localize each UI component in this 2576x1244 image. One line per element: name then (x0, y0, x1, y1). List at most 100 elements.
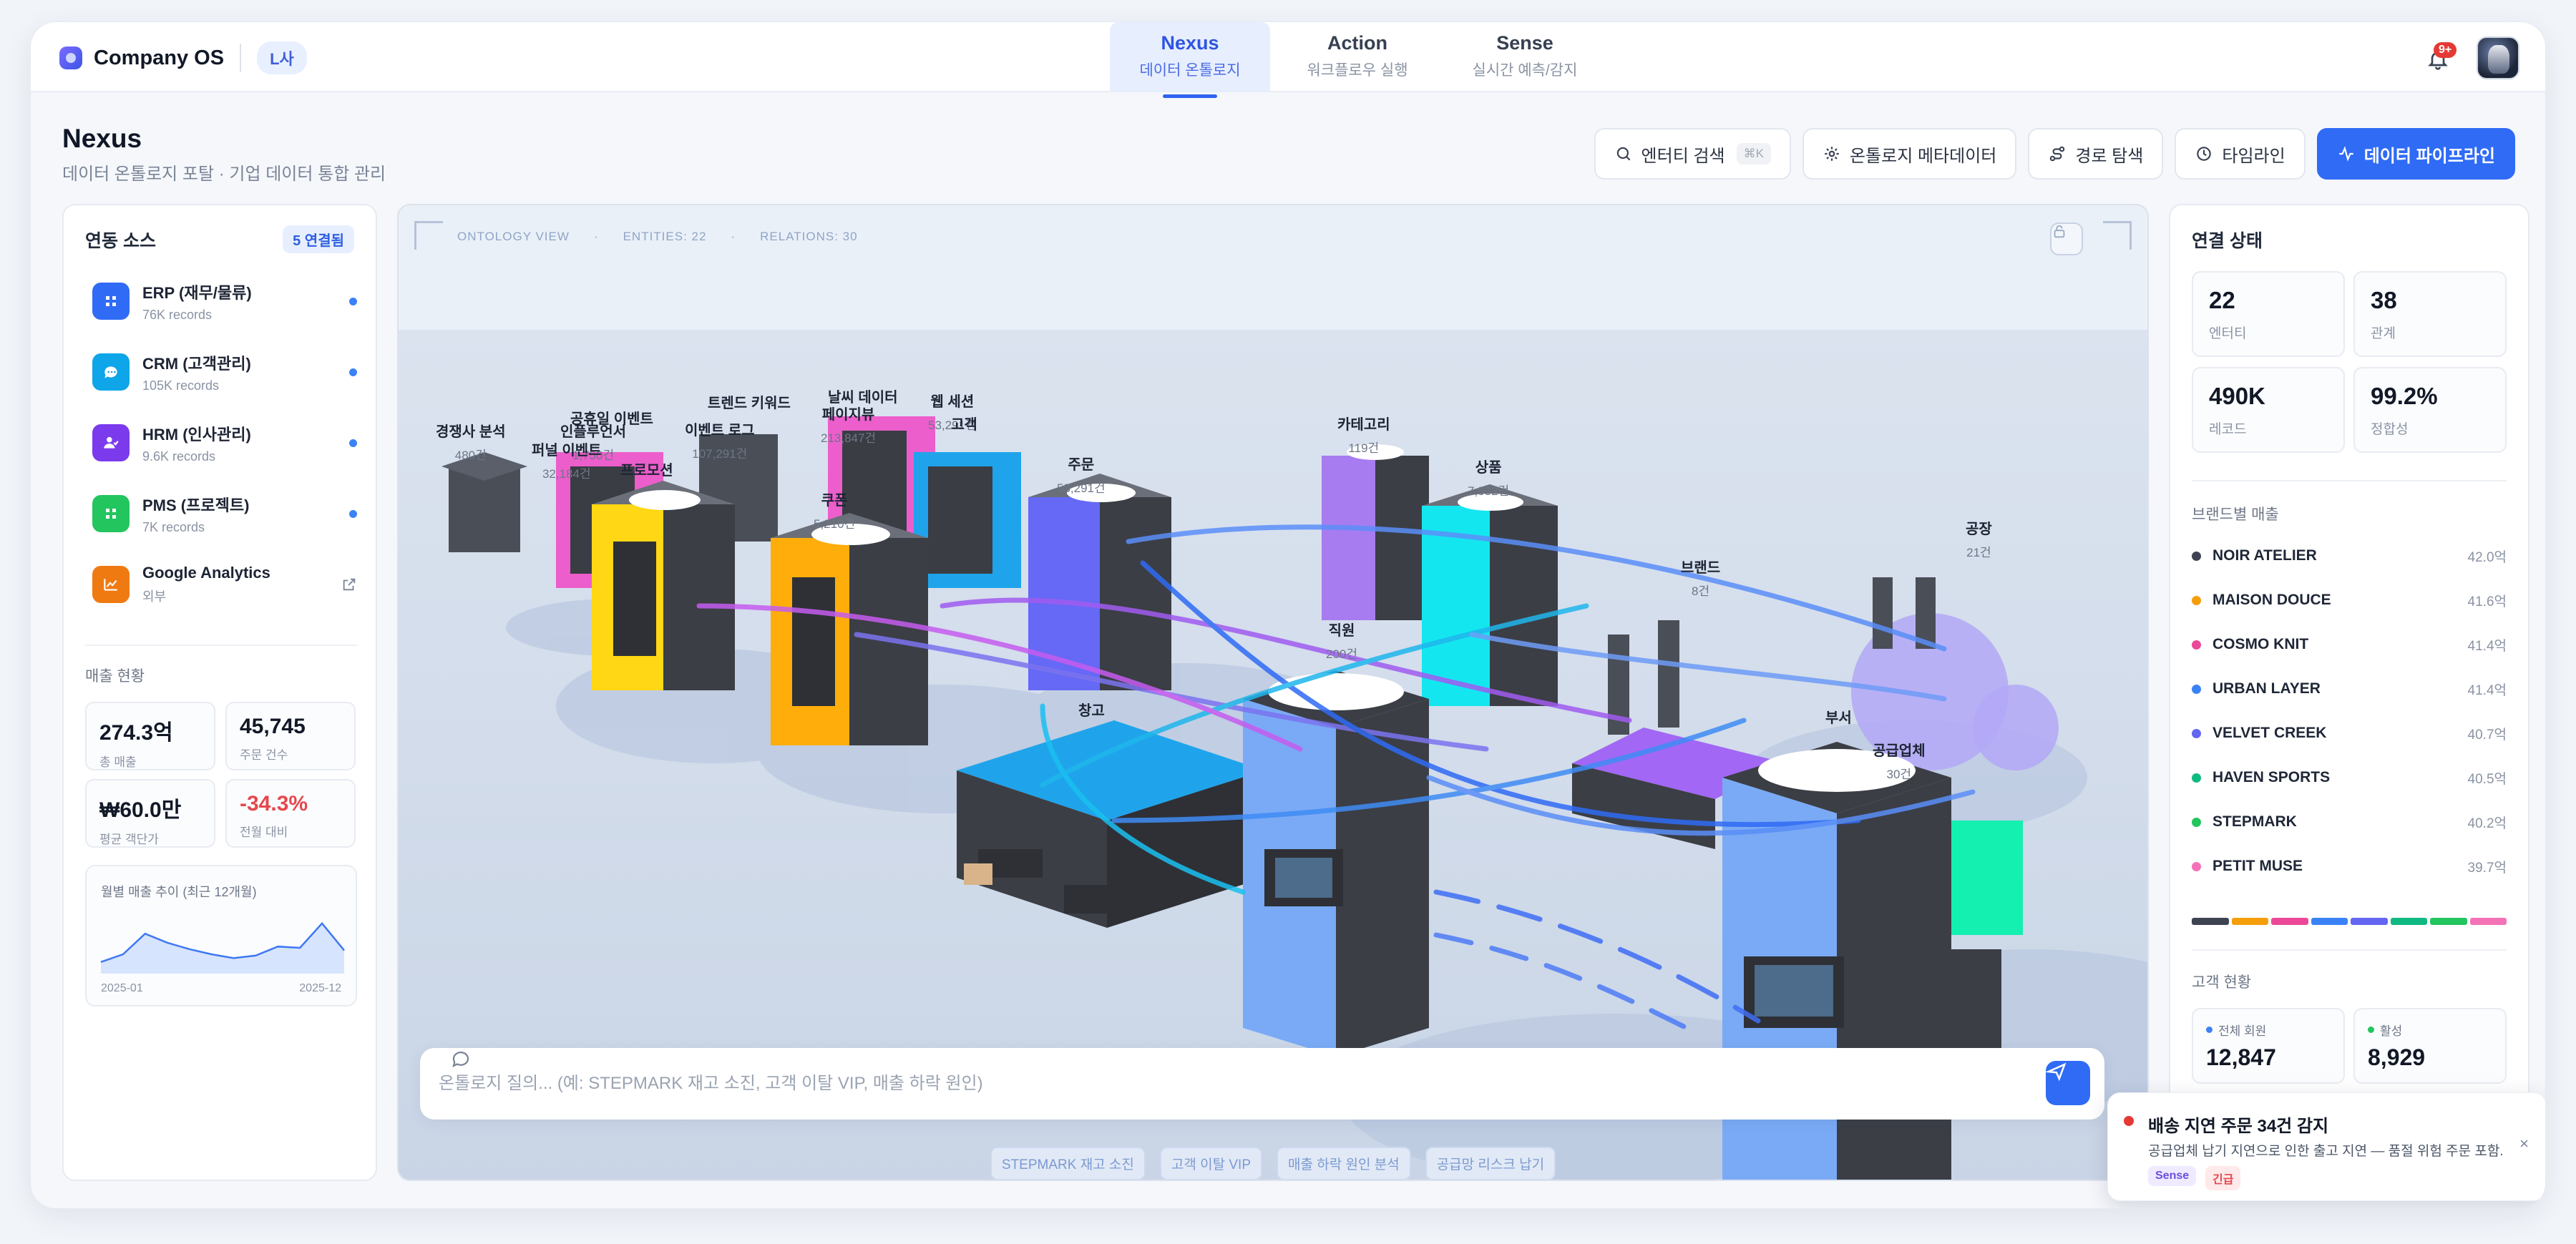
tab-title: Action (1327, 32, 1387, 54)
entity-label[interactable]: 브랜드 8건 (1681, 556, 1720, 599)
connection-status-panel: 연결 상태 22 엔터티 38 관계 490K 레코드 99.2% 정합성 브랜드별 매… (2169, 204, 2529, 1181)
brand-row[interactable]: COSMO KNIT 41.4억 (2192, 634, 2507, 655)
entity-block-product[interactable] (1422, 484, 1558, 706)
color-dot (2192, 595, 2201, 605)
entity-label[interactable]: 부서 (1825, 706, 1852, 731)
entity-label[interactable]: 경쟁사 분석 480건 (436, 420, 506, 463)
entity-search-button[interactable]: 엔터티 검색 ⌘K (1594, 128, 1791, 180)
entity-label[interactable]: 카테고리 119건 (1337, 413, 1390, 456)
source-item-hrm[interactable]: HRM (인사관리) 9.6K records (92, 413, 357, 473)
sales-title: 매출 현황 (85, 668, 145, 685)
source-records: 105K records (142, 378, 220, 393)
entity-name: 쿠폰 (821, 493, 848, 509)
source-item-google-analytics[interactable]: Google Analytics 외부 (92, 554, 357, 614)
source-records: 외부 (142, 589, 167, 604)
suggestion-chip[interactable]: 공급망 리스크 납기 (1425, 1147, 1556, 1180)
kpi-total-sales: 274.3억 총 매출 (85, 702, 215, 770)
stat-relations: 38 관계 (2353, 271, 2507, 357)
entity-label[interactable]: 프로모션 (620, 459, 673, 484)
trend-start-label: 2025-01 (101, 982, 143, 994)
suggestion-chip[interactable]: STEPMARK 재고 소진 (990, 1147, 1146, 1180)
brand-value: 42.0억 (2467, 549, 2507, 565)
brand-row[interactable]: HAVEN SPORTS 40.5억 (2192, 767, 2507, 788)
entity-name: 인플루언서 (560, 424, 626, 440)
tab-sense[interactable]: Sense 실시간 예측/감지 (1445, 22, 1605, 92)
entity-block-funnel[interactable] (592, 481, 735, 690)
entity-name: 이벤트 로그 (685, 423, 755, 439)
brand-row[interactable]: NOIR ATELIER 42.0억 (2192, 545, 2507, 567)
ontology-metadata-button[interactable]: 온톨로지 메타데이터 (1802, 128, 2017, 180)
entity-label[interactable]: 공장 21건 (1966, 517, 1992, 560)
brand-row[interactable]: MAISON DOUCE 41.6억 (2192, 589, 2507, 611)
entity-count: 53,291건 (1057, 481, 1106, 495)
entity-label[interactable]: 페이지뷰 213,847건 (821, 403, 876, 446)
close-icon[interactable]: × (2519, 1135, 2529, 1153)
brand-row[interactable]: URBAN LAYER 41.4억 (2192, 678, 2507, 700)
entity-count: 32,184건 (542, 467, 591, 481)
tab-nexus[interactable]: Nexus 데이터 온톨로지 (1110, 22, 1270, 98)
source-item-erp[interactable]: ERP (재무/물류) 76K records (92, 271, 357, 331)
tag-urgent: 긴급 (2205, 1166, 2241, 1190)
avatar[interactable] (2477, 36, 2519, 79)
color-dot (2192, 640, 2201, 650)
entity-label[interactable]: 퍼널 이벤트 32,184건 (532, 439, 602, 481)
org-badge[interactable]: L사 (257, 41, 307, 74)
logo-icon (59, 46, 82, 69)
brand-value: 39.7억 (2467, 860, 2507, 876)
entity-label[interactable]: 쿠폰 5,210건 (814, 489, 855, 532)
brand[interactable]: Company OS L사 (59, 39, 307, 77)
entity-label[interactable]: 주문 53,291건 (1057, 453, 1106, 496)
ontology-query-input[interactable] (439, 1074, 2104, 1094)
brand-value: 40.2억 (2467, 816, 2507, 831)
color-dot (2192, 551, 2201, 561)
stat-label: 관계 (2371, 326, 2396, 341)
brand-row[interactable]: STEPMARK 40.2억 (2192, 811, 2507, 833)
send-button[interactable] (2046, 1061, 2090, 1105)
entity-count: 119건 (1348, 441, 1380, 455)
stat-value: 22 (2209, 287, 2235, 313)
brand-row[interactable]: PETIT MUSE 39.7억 (2192, 856, 2507, 877)
divider (2192, 480, 2507, 481)
path-explore-button[interactable]: 경로 탐색 (2028, 128, 2164, 180)
toolbar: 엔터티 검색 ⌘K 온톨로지 메타데이터 경로 탐색 타임라인 데이터 파이프라… (1583, 128, 2515, 180)
entity-count: 213,847건 (821, 431, 877, 445)
bar-segment (2351, 918, 2388, 925)
brand-name: HAVEN SPORTS (2212, 769, 2331, 785)
source-name: Google Analytics (142, 564, 270, 582)
ontology-3d-view[interactable]: ONTOLOGY VIEW · ENTITIES: 22 · RELATIONS… (397, 204, 2149, 1181)
brand-row[interactable]: VELVET CREEK 40.7억 (2192, 723, 2507, 744)
alert-toast[interactable]: 배송 지연 주문 34건 감지 공급업체 납기 지연으로 인한 출고 지연 — … (2107, 1092, 2545, 1201)
entity-label[interactable]: 이벤트 로그 107,291건 (685, 418, 755, 461)
stat-value: 38 (2371, 287, 2397, 313)
stat-label: 엔터티 (2209, 326, 2247, 341)
toast-description: 공급업체 납기 지연으로 인한 출고 지연 — 품절 위험 주문 포함. (2148, 1144, 2504, 1159)
customer-title: 고객 현황 (2192, 974, 2252, 991)
entity-label[interactable]: 직원 200건 (1326, 619, 1357, 662)
entity-label[interactable]: 트렌드 키워드 (708, 391, 791, 416)
entity-count: 107,291건 (692, 447, 748, 461)
source-item-pms[interactable]: PMS (프로젝트) 7K records (92, 484, 357, 544)
notification-button[interactable]: 9+ (2418, 38, 2458, 78)
entity-count: 5,210건 (814, 517, 856, 531)
entity-block-coupon[interactable] (771, 513, 928, 745)
suggestion-chip[interactable]: 고객 이탈 VIP (1159, 1147, 1262, 1180)
shortcut-hint: ⌘K (1736, 143, 1771, 165)
stat-consistency: 99.2% 정합성 (2353, 367, 2507, 453)
data-pipeline-button[interactable]: 데이터 파이프라인 (2316, 128, 2515, 180)
timeline-button[interactable]: 타임라인 (2175, 128, 2306, 180)
kpi-label: 총 매출 (99, 755, 137, 769)
entity-label[interactable]: 고객 (951, 413, 977, 438)
tab-action[interactable]: Action 워크플로우 실행 (1277, 22, 1438, 92)
kpi-value: ₩60.0만 (99, 798, 182, 822)
entity-label[interactable]: 상품 7,832건 (1468, 456, 1509, 499)
source-item-crm[interactable]: CRM (고객관리) 105K records (92, 342, 357, 402)
customer-value: 12,847 (2206, 1044, 2276, 1070)
suggestion-chip[interactable]: 매출 하락 원인 분석 (1277, 1147, 1411, 1180)
bar-segment (2469, 918, 2507, 925)
entity-label[interactable]: 창고 (1078, 699, 1105, 724)
external-link-icon[interactable] (341, 577, 357, 592)
entity-label[interactable]: 공급업체 30건 (1873, 739, 1926, 782)
monthly-trend-card: 월별 매출 추이 (최근 12개월) 2025-01 2025-12 (85, 865, 357, 1007)
entity-count: 8건 (1692, 584, 1710, 598)
bar-segment (2192, 918, 2229, 925)
